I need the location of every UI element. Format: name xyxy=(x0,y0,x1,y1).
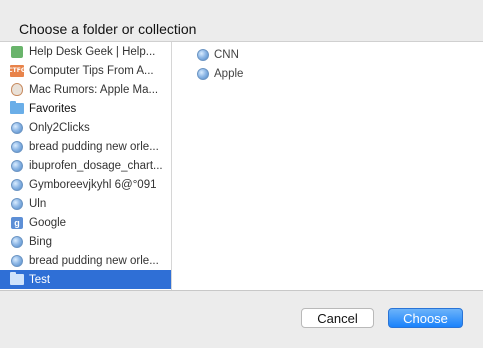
globe-icon xyxy=(10,140,24,154)
sidebar-item-computer-tips[interactable]: CTFG Computer Tips From A... xyxy=(0,61,171,80)
google-icon: g xyxy=(10,216,24,230)
globe-icon xyxy=(10,254,24,268)
sidebar-item-label: bread pudding new orle... xyxy=(29,140,159,153)
cancel-button[interactable]: Cancel xyxy=(301,308,374,328)
sidebar-item-label: Help Desk Geek | Help... xyxy=(29,45,156,58)
main-item-label: CNN xyxy=(214,48,239,61)
sidebar-item-bing[interactable]: Bing xyxy=(0,232,171,251)
ctfg-icon: CTFG xyxy=(8,64,26,78)
sidebar-item-favorites[interactable]: Favorites xyxy=(0,99,171,118)
sidebar-item-test[interactable]: Test xyxy=(0,270,171,289)
sidebar-item-label: Only2Clicks xyxy=(29,121,90,134)
sidebar-item-bread-pudding-1[interactable]: bread pudding new orle... xyxy=(0,137,171,156)
apple-icon xyxy=(10,83,24,97)
sidebar-item-mac-rumors[interactable]: Mac Rumors: Apple Ma... xyxy=(0,80,171,99)
sidebar[interactable]: Help Desk Geek | Help... CTFG Computer T… xyxy=(0,42,172,290)
browser-panel: Help Desk Geek | Help... CTFG Computer T… xyxy=(0,41,483,291)
sidebar-item-label: ibuprofen_dosage_chart... xyxy=(29,159,163,172)
globe-icon xyxy=(196,67,210,81)
globe-icon xyxy=(196,48,210,62)
sidebar-item-label: Gymboreevjkyhl 6@°091 xyxy=(29,178,157,191)
globe-icon xyxy=(10,159,24,173)
folder-icon xyxy=(10,101,24,116)
sidebar-item-ibuprofen[interactable]: ibuprofen_dosage_chart... xyxy=(0,156,171,175)
main-item-cnn[interactable]: CNN xyxy=(196,45,239,64)
sidebar-item-google[interactable]: g Google xyxy=(0,213,171,232)
sidebar-item-bread-pudding-2[interactable]: bread pudding new orle... xyxy=(0,251,171,270)
sidebar-item-help-desk-geek[interactable]: Help Desk Geek | Help... xyxy=(0,42,171,61)
main-item-label: Apple xyxy=(214,67,244,80)
sidebar-item-label: bread pudding new orle... xyxy=(29,254,159,267)
folder-icon xyxy=(10,272,24,287)
sidebar-item-only2clicks[interactable]: Only2Clicks xyxy=(0,118,171,137)
sidebar-item-label: Computer Tips From A... xyxy=(29,64,154,77)
green-square-icon xyxy=(10,45,24,59)
globe-icon xyxy=(10,197,24,211)
sidebar-item-label: Bing xyxy=(29,235,53,248)
sidebar-item-label: Mac Rumors: Apple Ma... xyxy=(29,83,159,96)
sidebar-item-label: Uln xyxy=(29,197,47,210)
main-item-apple[interactable]: Apple xyxy=(196,64,243,83)
sidebar-item-uln[interactable]: Uln xyxy=(0,194,171,213)
globe-icon xyxy=(10,235,24,249)
sidebar-item-label: Test xyxy=(29,273,51,286)
globe-icon xyxy=(10,121,24,135)
choose-folder-dialog: Choose a folder or collection Help Desk … xyxy=(0,0,483,348)
sidebar-item-label: Google xyxy=(29,216,67,229)
globe-icon xyxy=(10,178,24,192)
choose-button[interactable]: Choose xyxy=(388,308,463,328)
dialog-title: Choose a folder or collection xyxy=(19,21,197,37)
sidebar-item-gymboree[interactable]: Gymboreevjkyhl 6@°091 xyxy=(0,175,171,194)
sidebar-item-label: Favorites xyxy=(29,102,77,115)
